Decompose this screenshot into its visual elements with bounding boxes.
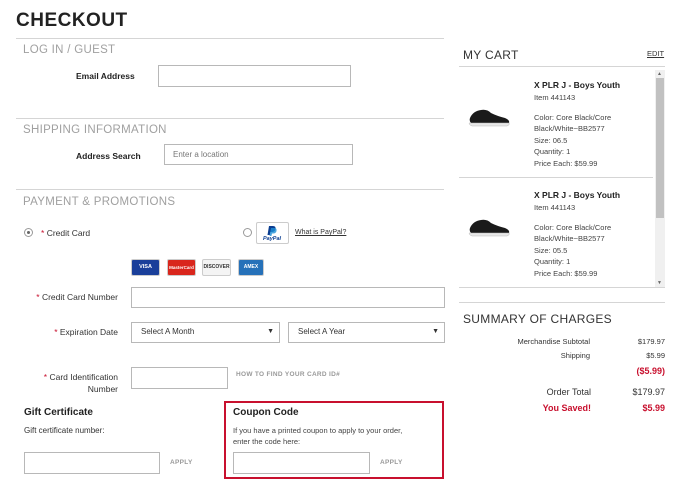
card-number-input[interactable] (131, 287, 445, 308)
you-saved-value: $5.99 (642, 403, 665, 413)
expiration-year-select[interactable]: Select A Year ▼ (288, 322, 445, 343)
credit-card-radio[interactable] (24, 228, 33, 237)
section-divider (16, 118, 444, 119)
expiration-month-select[interactable]: Select A Month ▼ (131, 322, 280, 343)
scroll-down-icon[interactable]: ▼ (657, 280, 662, 286)
order-total-value: $179.97 (632, 387, 665, 397)
scroll-up-icon[interactable]: ▲ (657, 71, 662, 77)
gift-certificate-label: Gift certificate number: (24, 426, 105, 435)
month-select-value: Select A Month (141, 327, 195, 336)
gift-apply-button[interactable]: APPLY (170, 459, 193, 466)
chevron-down-icon: ▼ (432, 328, 439, 335)
cart-item-divider (459, 177, 653, 178)
email-label: Email Address (76, 71, 135, 81)
credit-card-option[interactable]: * Credit Card (41, 228, 90, 238)
shoe-image (468, 219, 510, 237)
paypal-radio[interactable] (243, 228, 252, 237)
coupon-code-input[interactable] (233, 452, 370, 474)
cart-edit-link[interactable]: EDIT (647, 49, 664, 58)
section-divider (16, 189, 444, 190)
mastercard-card-icon: MasterCard (167, 259, 196, 276)
you-saved-label: You Saved! (542, 403, 591, 413)
amex-card-icon: AMEX (238, 259, 264, 276)
section-divider (16, 38, 444, 39)
paypal-logo-text: PayPal (263, 236, 282, 242)
coupon-description: If you have a printed coupon to apply to… (233, 426, 403, 446)
discover-card-icon: DISCOVER (202, 259, 231, 276)
coupon-code-title: Coupon Code (233, 407, 299, 418)
payment-section-title: PAYMENT & PROMOTIONS (23, 196, 176, 208)
section-divider (459, 66, 665, 67)
email-input[interactable] (158, 65, 351, 87)
card-number-label: * Credit Card Number (36, 292, 118, 302)
my-cart-title: MY CART (463, 48, 519, 62)
cart-scrollbar[interactable]: ▲ ▼ (655, 70, 665, 287)
cart-item-name[interactable]: X PLR J - Boys Youth (534, 80, 620, 90)
address-search-input[interactable]: Enter a location (164, 144, 353, 165)
cart-item: X PLR J - Boys Youth Item 441143 Color: … (459, 180, 653, 284)
shipping-label: Shipping (560, 351, 590, 360)
expiration-label: * Expiration Date (54, 327, 118, 337)
login-section-title: LOG IN / GUEST (23, 44, 116, 56)
cart-item-details: Item 441143 Color: Core Black/Core Black… (534, 93, 612, 168)
summary-title: SUMMARY OF CHARGES (463, 312, 612, 326)
card-id-help-link[interactable]: HOW TO FIND YOUR CARD ID# (236, 371, 340, 378)
discount-value: ($5.99) (636, 366, 665, 376)
coupon-apply-button[interactable]: APPLY (380, 459, 403, 466)
shipping-section-title: SHIPPING INFORMATION (23, 124, 167, 136)
page-title: CHECKOUT (16, 10, 128, 31)
shoe-image (468, 109, 510, 127)
gift-certificate-title: Gift Certificate (24, 407, 93, 418)
required-mark: * (41, 228, 45, 238)
cart-item: X PLR J - Boys Youth Item 441143 Color: … (459, 70, 653, 174)
cart-item-name[interactable]: X PLR J - Boys Youth (534, 190, 620, 200)
paypal-logo[interactable]: PayPal (256, 222, 289, 244)
visa-card-icon: VISA (131, 259, 160, 276)
order-total-label: Order Total (546, 387, 591, 397)
credit-card-label: Credit Card (46, 228, 91, 238)
merchandise-subtotal-label: Merchandise Subtotal (517, 337, 590, 346)
section-divider (459, 302, 665, 303)
what-is-paypal-link[interactable]: What is PayPal? (295, 229, 346, 236)
shipping-value: $5.99 (646, 351, 665, 360)
cart-scrollbar-thumb[interactable] (656, 78, 664, 218)
cart-items-list[interactable]: ▲ ▼ X PLR J - Boys Youth Item 441143 Col… (459, 70, 665, 288)
merchandise-subtotal-value: $179.97 (637, 337, 665, 346)
year-select-value: Select A Year (298, 327, 346, 336)
chevron-down-icon: ▼ (267, 328, 274, 335)
cart-item-details: Item 441143 Color: Core Black/Core Black… (534, 203, 612, 278)
address-search-label: Address Search (76, 151, 141, 161)
card-id-input[interactable] (131, 367, 228, 389)
card-id-label: * Card Identification Number (43, 372, 118, 394)
gift-certificate-input[interactable] (24, 452, 160, 474)
